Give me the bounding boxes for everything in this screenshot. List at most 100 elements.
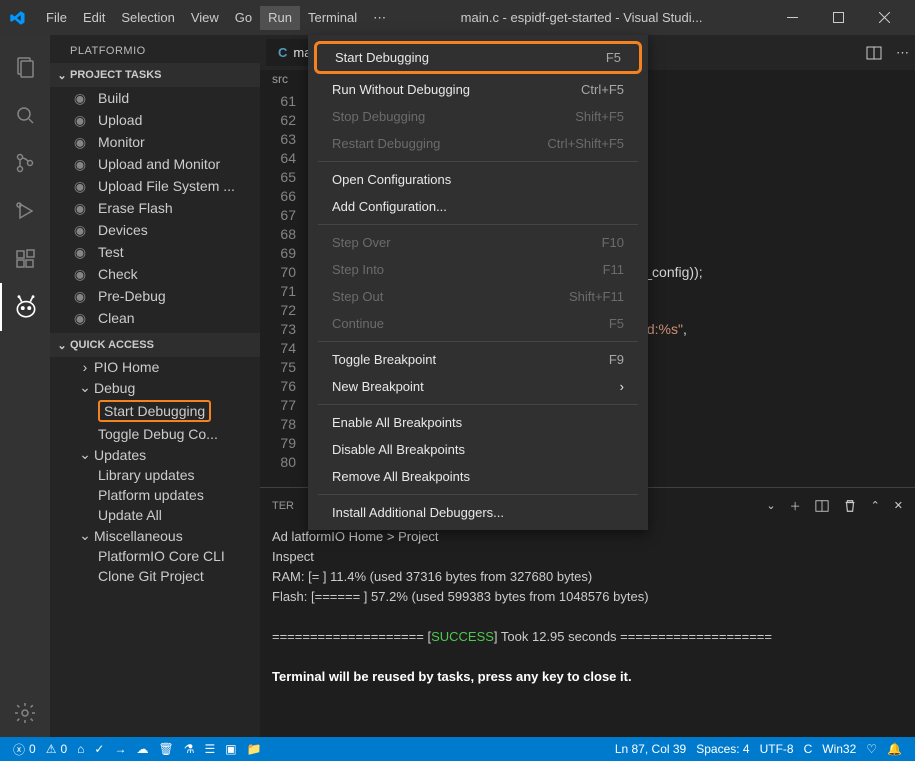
split-editor-icon[interactable] [866, 45, 882, 61]
maximize-panel-icon[interactable]: ⌃ [871, 499, 880, 512]
minimize-button[interactable] [769, 0, 815, 35]
status-os[interactable]: Win32 [817, 742, 861, 756]
menu-file[interactable]: File [38, 6, 75, 30]
menu-shortcut: Ctrl+Shift+F5 [547, 136, 624, 151]
search-icon[interactable] [0, 91, 50, 139]
task-clean[interactable]: ◉Clean [50, 307, 260, 329]
split-terminal-icon[interactable] [815, 499, 829, 513]
tree-pio-cli[interactable]: PlatformIO Core CLI [50, 546, 260, 566]
task-label: Upload File System ... [98, 178, 235, 194]
menu-separator [318, 161, 638, 162]
panel-tab-terminal[interactable]: TER [272, 500, 294, 512]
menu-step-out: Step OutShift+F11 [308, 283, 648, 310]
tree-pio-home[interactable]: ›PIO Home [50, 357, 260, 377]
menu-edit[interactable]: Edit [75, 6, 113, 30]
tree-label: PlatformIO Core CLI [98, 548, 225, 564]
menu-label: Enable All Breakpoints [332, 415, 462, 430]
tree-toggle-debug[interactable]: Toggle Debug Co... [50, 424, 260, 444]
close-button[interactable] [861, 0, 907, 35]
run-icon: ◉ [72, 310, 88, 326]
tree-label: Update All [98, 507, 162, 523]
task-test[interactable]: ◉ Test [50, 241, 260, 263]
status-warnings[interactable]: ⚠0 [41, 742, 72, 756]
tree-start-debugging[interactable]: Start Debugging [50, 398, 260, 424]
menu-run[interactable]: Run [260, 6, 300, 30]
tree-platform-updates[interactable]: Platform updates [50, 485, 260, 505]
menu-overflow-icon[interactable]: ⋯ [365, 6, 394, 30]
more-actions-icon[interactable]: ⋯ [896, 45, 909, 61]
status-feedback-icon[interactable]: ♡ [861, 742, 882, 756]
menu-new-breakpoint[interactable]: New Breakpoint› [308, 373, 648, 400]
run-icon: ◉ [72, 244, 88, 260]
status-env-icon[interactable]: 📁 [242, 742, 267, 756]
source-control-icon[interactable] [0, 139, 50, 187]
status-bell-icon[interactable]: 🔔 [882, 742, 907, 756]
task-upload-fs[interactable]: ◉Upload File System ... [50, 175, 260, 197]
menu-toggle-breakpoint[interactable]: Toggle BreakpointF9 [308, 346, 648, 373]
menu-start-debugging[interactable]: Start DebuggingF5 [317, 44, 639, 71]
task-label: Test [98, 244, 124, 260]
menu-open-configurations[interactable]: Open Configurations [308, 166, 648, 193]
tree-label: Clone Git Project [98, 568, 204, 584]
status-encoding[interactable]: UTF-8 [755, 742, 799, 756]
task-erase-flash[interactable]: ◉Erase Flash [50, 197, 260, 219]
extensions-icon[interactable] [0, 235, 50, 283]
terminal-dropdown-icon[interactable]: ⌄ [766, 499, 775, 512]
status-errors[interactable]: ⓧ0 [8, 741, 41, 758]
project-tasks-header[interactable]: ⌄ PROJECT TASKS [50, 63, 260, 87]
tree-label: Platform updates [98, 487, 204, 503]
task-devices[interactable]: ◉Devices [50, 219, 260, 241]
tree-debug[interactable]: ⌄Debug [50, 377, 260, 398]
new-terminal-icon[interactable]: ＋ [790, 498, 801, 514]
status-cursor-position[interactable]: Ln 87, Col 39 [610, 742, 691, 756]
menu-add-configuration[interactable]: Add Configuration... [308, 193, 648, 220]
status-test-icon[interactable]: ⚗ [179, 742, 200, 756]
tree-label: PIO Home [94, 359, 159, 375]
status-remote-icon[interactable]: ☁ [131, 742, 153, 756]
settings-gear-icon[interactable] [0, 689, 50, 737]
status-upload-icon[interactable]: → [109, 742, 131, 756]
close-panel-icon[interactable]: ✕ [894, 499, 903, 512]
tree-misc[interactable]: ⌄Miscellaneous [50, 525, 260, 546]
task-upload-monitor[interactable]: ◉Upload and Monitor [50, 153, 260, 175]
menu-terminal[interactable]: Terminal [300, 6, 365, 30]
tree-update-all[interactable]: Update All [50, 505, 260, 525]
status-indentation[interactable]: Spaces: 4 [691, 742, 754, 756]
tree-updates[interactable]: ⌄Updates [50, 444, 260, 465]
menu-run-without-debugging[interactable]: Run Without DebuggingCtrl+F5 [308, 76, 648, 103]
menu-start-debugging-highlight: Start DebuggingF5 [314, 41, 642, 74]
status-language[interactable]: C [799, 742, 818, 756]
kill-terminal-icon[interactable] [843, 499, 857, 513]
status-home-icon[interactable]: ⌂ [72, 742, 89, 756]
task-upload[interactable]: ◉Upload [50, 109, 260, 131]
tree-clone-git[interactable]: Clone Git Project [50, 566, 260, 586]
menu-go[interactable]: Go [227, 6, 260, 30]
run-debug-icon[interactable] [0, 187, 50, 235]
menu-bar: File Edit Selection View Go Run Terminal… [38, 6, 394, 30]
task-monitor[interactable]: ◉Monitor [50, 131, 260, 153]
tree-library-updates[interactable]: Library updates [50, 465, 260, 485]
panel-actions: ⌄ ＋ ⌃ ✕ [766, 498, 903, 514]
menu-shortcut: Shift+F5 [575, 109, 624, 124]
menu-view[interactable]: View [183, 6, 227, 30]
explorer-icon[interactable] [0, 43, 50, 91]
quick-access-header[interactable]: ⌄ QUICK ACCESS [50, 333, 260, 357]
maximize-button[interactable] [815, 0, 861, 35]
platformio-icon[interactable] [0, 283, 50, 331]
task-check[interactable]: ◉Check [50, 263, 260, 285]
menu-selection[interactable]: Selection [113, 6, 182, 30]
menu-remove-all-breakpoints[interactable]: Remove All Breakpoints [308, 463, 648, 490]
warning-icon: ⚠ [46, 742, 57, 756]
status-clean-icon[interactable]: 🗑 [153, 742, 178, 756]
menu-enable-all-breakpoints[interactable]: Enable All Breakpoints [308, 409, 648, 436]
task-label: Monitor [98, 134, 145, 150]
menu-install-debuggers[interactable]: Install Additional Debuggers... [308, 499, 648, 526]
task-predebug[interactable]: ◉Pre-Debug [50, 285, 260, 307]
status-serial-icon[interactable]: ☰ [199, 742, 220, 756]
status-build-icon[interactable]: ✓ [89, 742, 109, 756]
task-build[interactable]: ◉Build [50, 87, 260, 109]
terminal-output[interactable]: Ad latformIO Home > ProjectInspectRAM: [… [260, 523, 915, 737]
status-terminal-icon[interactable]: ▣ [220, 742, 241, 756]
menu-label: Disable All Breakpoints [332, 442, 465, 457]
menu-disable-all-breakpoints[interactable]: Disable All Breakpoints [308, 436, 648, 463]
